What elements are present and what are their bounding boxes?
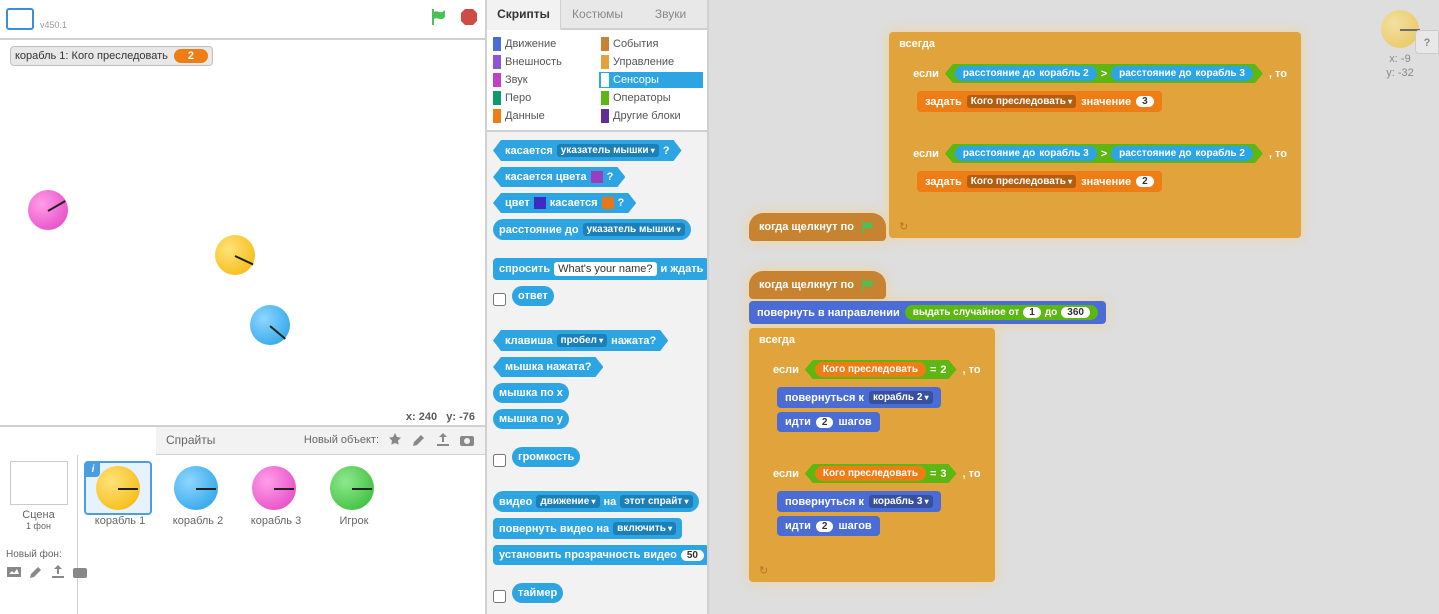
category-Звук[interactable]: Звук xyxy=(491,72,595,88)
block-loudness[interactable]: громкость xyxy=(512,447,580,467)
if-block-1: если расстояние до корабль 2 > расстояни… xyxy=(903,58,1297,136)
sprites-list: i корабль 1 корабль 2 корабль 3 Игрок xyxy=(78,455,485,614)
forever-block-2: всегда если Кого преследовать = 2 , то п… xyxy=(749,328,995,582)
stage-coords: x: 240 y: -76 xyxy=(0,409,485,427)
block-video[interactable]: видео движение на этот спрайт xyxy=(493,491,699,512)
block-color-touching[interactable]: цвет касается ? xyxy=(493,193,636,213)
scene-box[interactable]: Сцена 1 фон Новый фон: xyxy=(0,455,78,614)
bg-library-icon[interactable] xyxy=(6,564,22,583)
script-1[interactable]: когда щелкнут по всегда если расстояние … xyxy=(749,30,1419,241)
block-ask[interactable]: спросить What's your name? и ждать xyxy=(493,258,707,280)
paint-icon[interactable] xyxy=(411,432,427,448)
version-label: v450.1 xyxy=(40,20,67,30)
point-direction: повернуть в направлении выдать случайное… xyxy=(749,301,1106,324)
category-grid: ДвижениеСобытияВнешностьУправлениеЗвукСе… xyxy=(487,30,707,132)
point-towards-2: повернуться к корабль 2 xyxy=(777,387,941,408)
upload-icon[interactable] xyxy=(435,432,451,448)
category-Внешность[interactable]: Внешность xyxy=(491,54,595,70)
move-3: идти 2 шагов xyxy=(777,516,880,536)
bg-paint-icon[interactable] xyxy=(28,564,44,583)
category-Управление[interactable]: Управление xyxy=(599,54,703,70)
answer-checkbox[interactable] xyxy=(493,293,506,306)
stage-sprite-ship2[interactable] xyxy=(250,305,290,345)
scripts-area[interactable]: x: -9 y: -32 когда щелкнут по всегда есл… xyxy=(709,0,1439,614)
point-towards-3: повернуться к корабль 3 xyxy=(777,491,941,512)
block-touching[interactable]: касается указатель мышки ? xyxy=(493,140,682,161)
category-Движение[interactable]: Движение xyxy=(491,36,595,52)
stop-icon[interactable] xyxy=(459,7,479,30)
help-tab[interactable]: ? xyxy=(1415,30,1439,54)
timer-checkbox[interactable] xyxy=(493,590,506,603)
block-key-pressed[interactable]: клавиша пробел нажата? xyxy=(493,330,668,351)
palette-column: Скрипты Костюмы Звуки ДвижениеСобытияВне… xyxy=(487,0,709,614)
green-flag-icon[interactable] xyxy=(429,7,449,30)
camera-icon[interactable] xyxy=(459,432,475,448)
forever-block: всегда если расстояние до корабль 2 > ра… xyxy=(889,32,1301,238)
category-Перо[interactable]: Перо xyxy=(491,90,595,106)
stage-sprite-ship1[interactable] xyxy=(215,235,255,275)
stage-toolbar: v450.1 xyxy=(0,0,485,40)
editor-tabs: Скрипты Костюмы Звуки xyxy=(487,0,707,30)
block-timer[interactable]: таймер xyxy=(512,583,563,603)
variable-monitor[interactable]: корабль 1: Кого преследовать 2 xyxy=(10,46,213,66)
hat-when-flag: когда щелкнут по xyxy=(749,213,886,241)
if-block-4: если Кого преследовать = 3 , то повернут… xyxy=(763,458,991,560)
block-mouse-y[interactable]: мышка по y xyxy=(493,409,569,429)
block-palette: касается указатель мышки ? касается цвет… xyxy=(487,132,707,614)
block-distance-to[interactable]: расстояние до указатель мышки xyxy=(493,219,691,240)
hat-when-flag-2: когда щелкнут по xyxy=(749,271,886,299)
block-touching-color[interactable]: касается цвета ? xyxy=(493,167,625,187)
block-mouse-x[interactable]: мышка по x xyxy=(493,383,569,403)
sprite-item-ship2[interactable]: корабль 2 xyxy=(162,461,234,608)
category-Другие блоки[interactable]: Другие блоки xyxy=(599,108,703,124)
stage-canvas[interactable]: корабль 1: Кого преследовать 2 xyxy=(0,40,485,409)
block-video-transparency[interactable]: установить прозрачность видео 50 xyxy=(493,545,707,565)
loudness-checkbox[interactable] xyxy=(493,454,506,467)
stage-column: v450.1 корабль 1: Кого преследовать 2 x:… xyxy=(0,0,487,614)
tab-costumes[interactable]: Костюмы xyxy=(561,0,634,28)
if-block-2: если расстояние до корабль 3 > расстояни… xyxy=(903,138,1297,216)
if-block-3: если Кого преследовать = 2 , то повернут… xyxy=(763,354,991,456)
variable-monitor-label: корабль 1: Кого преследовать xyxy=(15,50,168,62)
script-2[interactable]: когда щелкнут по повернуть в направлении… xyxy=(749,271,1419,582)
sprites-panel: Сцена 1 фон Новый фон: i корабль 1 xyxy=(0,455,485,614)
move-2: идти 2 шагов xyxy=(777,412,880,432)
set-var-2: задать Кого преследовать значение 2 xyxy=(917,171,1162,192)
block-answer[interactable]: ответ xyxy=(512,286,554,306)
category-Операторы[interactable]: Операторы xyxy=(599,90,703,106)
category-События[interactable]: События xyxy=(599,36,703,52)
fullscreen-button[interactable] xyxy=(6,8,34,30)
tab-sounds[interactable]: Звуки xyxy=(634,0,707,28)
library-icon[interactable] xyxy=(387,432,403,448)
tab-scripts[interactable]: Скрипты xyxy=(487,0,561,30)
block-mouse-down[interactable]: мышка нажата? xyxy=(493,357,603,377)
category-Данные[interactable]: Данные xyxy=(491,108,595,124)
variable-monitor-value: 2 xyxy=(174,49,208,63)
stage-sprite-ship3[interactable] xyxy=(28,190,68,230)
sprite-item-ship1[interactable]: i корабль 1 xyxy=(84,461,156,608)
bg-upload-icon[interactable] xyxy=(50,564,66,583)
block-turn-video[interactable]: повернуть видео на включить xyxy=(493,518,682,539)
sprite-item-player[interactable]: Игрок xyxy=(318,461,390,608)
sprites-header: Спрайты xyxy=(166,433,215,447)
new-object-tools: Новый объект: xyxy=(304,432,475,448)
scene-thumb[interactable] xyxy=(10,461,68,505)
sprite-item-ship3[interactable]: корабль 3 xyxy=(240,461,312,608)
set-var-3: задать Кого преследовать значение 3 xyxy=(917,91,1162,112)
category-Сенсоры[interactable]: Сенсоры xyxy=(599,72,703,88)
